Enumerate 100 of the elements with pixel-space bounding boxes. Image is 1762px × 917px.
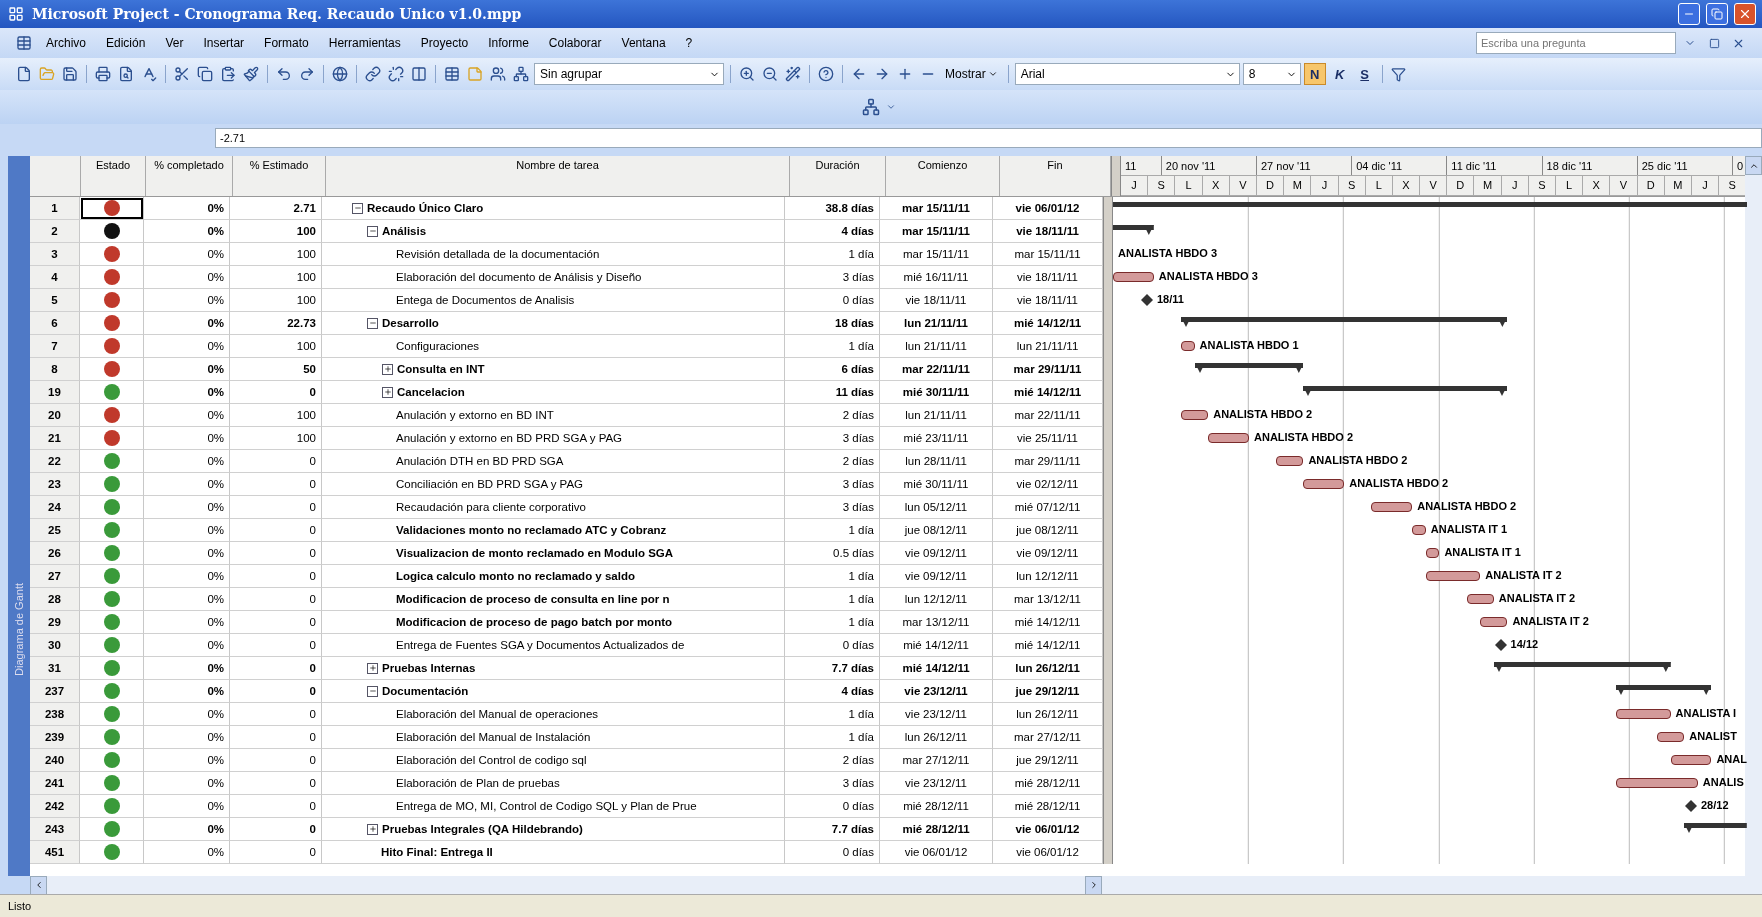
menu-item[interactable]: Archivo — [38, 34, 94, 52]
table-icon[interactable] — [442, 64, 462, 84]
menu-item[interactable]: Colaborar — [540, 34, 610, 52]
row-number[interactable]: 6 — [30, 312, 80, 335]
group-dropdown[interactable]: Sin agrupar — [534, 63, 724, 85]
day-label: S — [1148, 176, 1176, 195]
save-icon[interactable] — [60, 64, 80, 84]
row-number[interactable]: 27 — [30, 565, 80, 588]
horizontal-scrollbar[interactable] — [30, 876, 1762, 894]
table-cell: 2.71 — [230, 197, 322, 220]
column-header[interactable]: Comienzo — [886, 156, 1000, 196]
collapse-icon[interactable] — [367, 685, 378, 697]
wand-icon[interactable] — [783, 64, 803, 84]
format-painter-icon[interactable] — [241, 64, 261, 84]
table-cell: vie 23/12/11 — [880, 703, 993, 726]
app-icon — [6, 4, 26, 24]
column-header[interactable]: % completado — [146, 156, 233, 196]
menu-item[interactable]: Ventana — [613, 34, 674, 52]
day-label: V — [1420, 176, 1448, 195]
row-number[interactable]: 20 — [30, 404, 80, 427]
pane-splitter[interactable] — [1111, 156, 1121, 196]
format-button[interactable]: K — [1328, 63, 1351, 85]
printer-icon[interactable] — [93, 64, 113, 84]
menu-item[interactable]: Informe — [480, 34, 537, 52]
row-number[interactable]: 29 — [30, 611, 80, 634]
pane-splitter[interactable] — [1103, 197, 1113, 220]
menu-item[interactable]: Ver — [157, 34, 192, 52]
help-icon[interactable] — [816, 64, 836, 84]
row-number[interactable]: 22 — [30, 450, 80, 473]
row-number[interactable]: 26 — [30, 542, 80, 565]
column-header[interactable]: Nombre de tarea — [326, 156, 790, 196]
column-header[interactable]: % Estimado — [233, 156, 326, 196]
network-icon[interactable] — [511, 64, 531, 84]
collapse-icon[interactable] — [352, 202, 363, 214]
table-cell: 38.8 días — [785, 197, 880, 220]
row-number[interactable]: 451 — [30, 841, 80, 864]
table-cell: 0 — [230, 381, 322, 404]
menu-item[interactable]: Proyecto — [412, 34, 477, 52]
row-number[interactable]: 25 — [30, 519, 80, 542]
row-number[interactable]: 238 — [30, 703, 80, 726]
show-menu-button[interactable]: Mostrar — [941, 65, 1002, 83]
close-button[interactable] — [1734, 3, 1756, 25]
document-icon[interactable] — [14, 33, 34, 53]
menu-item[interactable]: ? — [677, 34, 701, 52]
resource-label: 18/11 — [1157, 293, 1184, 305]
format-button[interactable]: S — [1353, 63, 1376, 85]
row-number[interactable]: 30 — [30, 634, 80, 657]
collapse-icon[interactable] — [367, 225, 378, 237]
row-number[interactable]: 4 — [30, 266, 80, 289]
format-button[interactable]: N — [1303, 63, 1326, 85]
row-number[interactable]: 2 — [30, 220, 80, 243]
task-name: Documentación — [382, 685, 469, 697]
expand-icon[interactable] — [367, 662, 378, 674]
row-number[interactable]: 1 — [30, 197, 80, 220]
table-cell: 0% — [144, 634, 230, 657]
row-number[interactable]: 19 — [30, 381, 80, 404]
pane-splitter[interactable] — [1103, 841, 1113, 864]
row-number[interactable]: 21 — [30, 427, 80, 450]
expand-icon[interactable] — [382, 363, 393, 375]
font-size-dropdown[interactable]: 8 — [1242, 63, 1301, 85]
table-cell: 0% — [144, 335, 230, 358]
restore-button[interactable] — [1706, 3, 1728, 25]
minimize-button[interactable] — [1678, 3, 1700, 25]
globe-icon[interactable] — [330, 64, 350, 84]
row-number[interactable]: 5 — [30, 289, 80, 312]
row-number[interactable]: 8 — [30, 358, 80, 381]
row-number[interactable]: 31 — [30, 657, 80, 680]
row-number[interactable]: 243 — [30, 818, 80, 841]
expand-icon[interactable] — [382, 386, 393, 398]
task-name: Hito Final: Entrega II — [381, 846, 493, 858]
collapse-icon[interactable] — [367, 317, 378, 329]
resource-icon[interactable] — [861, 97, 881, 117]
row-number[interactable]: 237 — [30, 680, 80, 703]
row-number[interactable]: 240 — [30, 749, 80, 772]
expand-icon[interactable] — [367, 823, 378, 835]
row-number[interactable]: 239 — [30, 726, 80, 749]
row-number[interactable]: 241 — [30, 772, 80, 795]
row-number[interactable]: 7 — [30, 335, 80, 358]
menu-item[interactable]: Formato — [256, 34, 317, 52]
column-header[interactable]: Duración — [790, 156, 886, 196]
link-icon[interactable] — [363, 64, 383, 84]
menu-item[interactable]: Edición — [98, 34, 154, 52]
copy-icon[interactable] — [195, 64, 215, 84]
row-number[interactable]: 3 — [30, 243, 80, 266]
users-icon[interactable] — [488, 64, 508, 84]
unlink-icon[interactable] — [386, 64, 406, 84]
font-dropdown[interactable]: Arial — [1014, 63, 1240, 85]
row-number[interactable]: 23 — [30, 473, 80, 496]
entry-field[interactable]: -2.71 — [215, 128, 1762, 148]
row-number[interactable]: 242 — [30, 795, 80, 818]
vertical-scrollbar[interactable] — [1745, 156, 1762, 876]
menu-item[interactable]: Herramientas — [320, 34, 409, 52]
help-search-field[interactable]: Escriba una pregunta — [1476, 32, 1676, 54]
row-number[interactable]: 28 — [30, 588, 80, 611]
menu-item[interactable]: Insertar — [195, 34, 253, 52]
row-number[interactable]: 24 — [30, 496, 80, 519]
column-header[interactable]: Estado — [81, 156, 146, 196]
split-icon[interactable] — [409, 64, 429, 84]
table-cell: mié 14/12/11 — [880, 634, 993, 657]
table-cell: mar 15/11/11 — [880, 243, 993, 266]
